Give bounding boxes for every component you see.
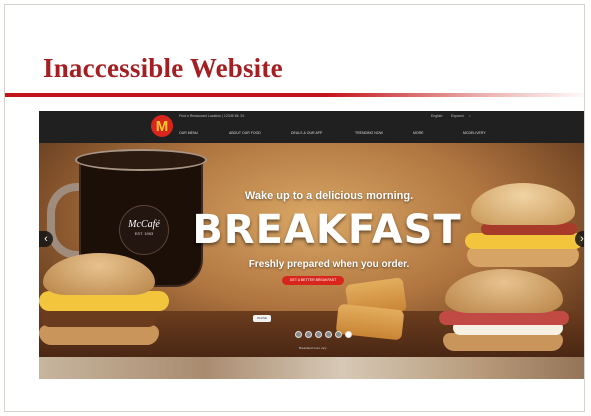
canadian-bacon-muffin-image	[439, 269, 579, 357]
carousel-dot[interactable]	[305, 331, 312, 338]
carousel-dot[interactable]	[345, 331, 352, 338]
mccafe-name: McCafé	[128, 219, 160, 230]
carousel-dot[interactable]	[295, 331, 302, 338]
search-icon[interactable]: ⌕	[469, 114, 471, 118]
below-fold-preview	[39, 357, 584, 379]
carousel-dots	[295, 331, 352, 338]
nav-about-our-food[interactable]: ABOUT OUR FOOD	[229, 131, 261, 135]
carousel-dot[interactable]	[325, 331, 332, 338]
title-divider	[5, 93, 584, 97]
carousel-dot[interactable]	[315, 331, 322, 338]
cta-button[interactable]: GET A BETTER BREAKFAST	[282, 276, 344, 285]
chevron-right-icon[interactable]: ›	[575, 231, 584, 247]
mug-rim	[75, 149, 207, 171]
hero-carousel: McCafé EST. 1993 Wake up to a delicious …	[39, 143, 584, 357]
hero-caption: Breakfast hours vary	[299, 346, 327, 350]
golden-arches-logo[interactable]: M	[151, 115, 173, 137]
nav-deals-our-app[interactable]: DEALS & OUR APP	[291, 131, 322, 135]
slide-title: Inaccessible Website	[43, 53, 283, 83]
carousel-dot[interactable]	[335, 331, 342, 338]
hero-title: BREAKFAST	[192, 207, 462, 253]
nav-our-menu[interactable]: OUR MENU	[179, 131, 198, 135]
location-link[interactable]: Find a Restaurant Location | 12345 Mt. S…	[179, 114, 245, 118]
mccafe-est: EST. 1993	[134, 231, 154, 236]
mccafe-badge: McCafé EST. 1993	[119, 205, 169, 255]
nav-more[interactable]: MORE	[413, 131, 424, 135]
language-link[interactable]: English	[431, 114, 442, 118]
nav-trending-now[interactable]: TRENDING NOW	[355, 131, 383, 135]
region-link[interactable]: Espanol	[451, 114, 464, 118]
nav-mcdelivery[interactable]: MCDELIVERY	[463, 131, 486, 135]
hero-subhead: Freshly prepared when you order.	[248, 259, 410, 270]
egg-mcmuffin-image	[39, 253, 179, 353]
website-screenshot: M Find a Restaurant Location | 12345 Mt.…	[39, 111, 584, 379]
hero-headline: Wake up to a delicious morning.	[244, 190, 414, 202]
pause-button[interactable]: PAUSE	[253, 315, 271, 322]
site-header: M Find a Restaurant Location | 12345 Mt.…	[39, 111, 584, 143]
slide-frame: Inaccessible Website M Find a Restaurant…	[4, 4, 585, 412]
